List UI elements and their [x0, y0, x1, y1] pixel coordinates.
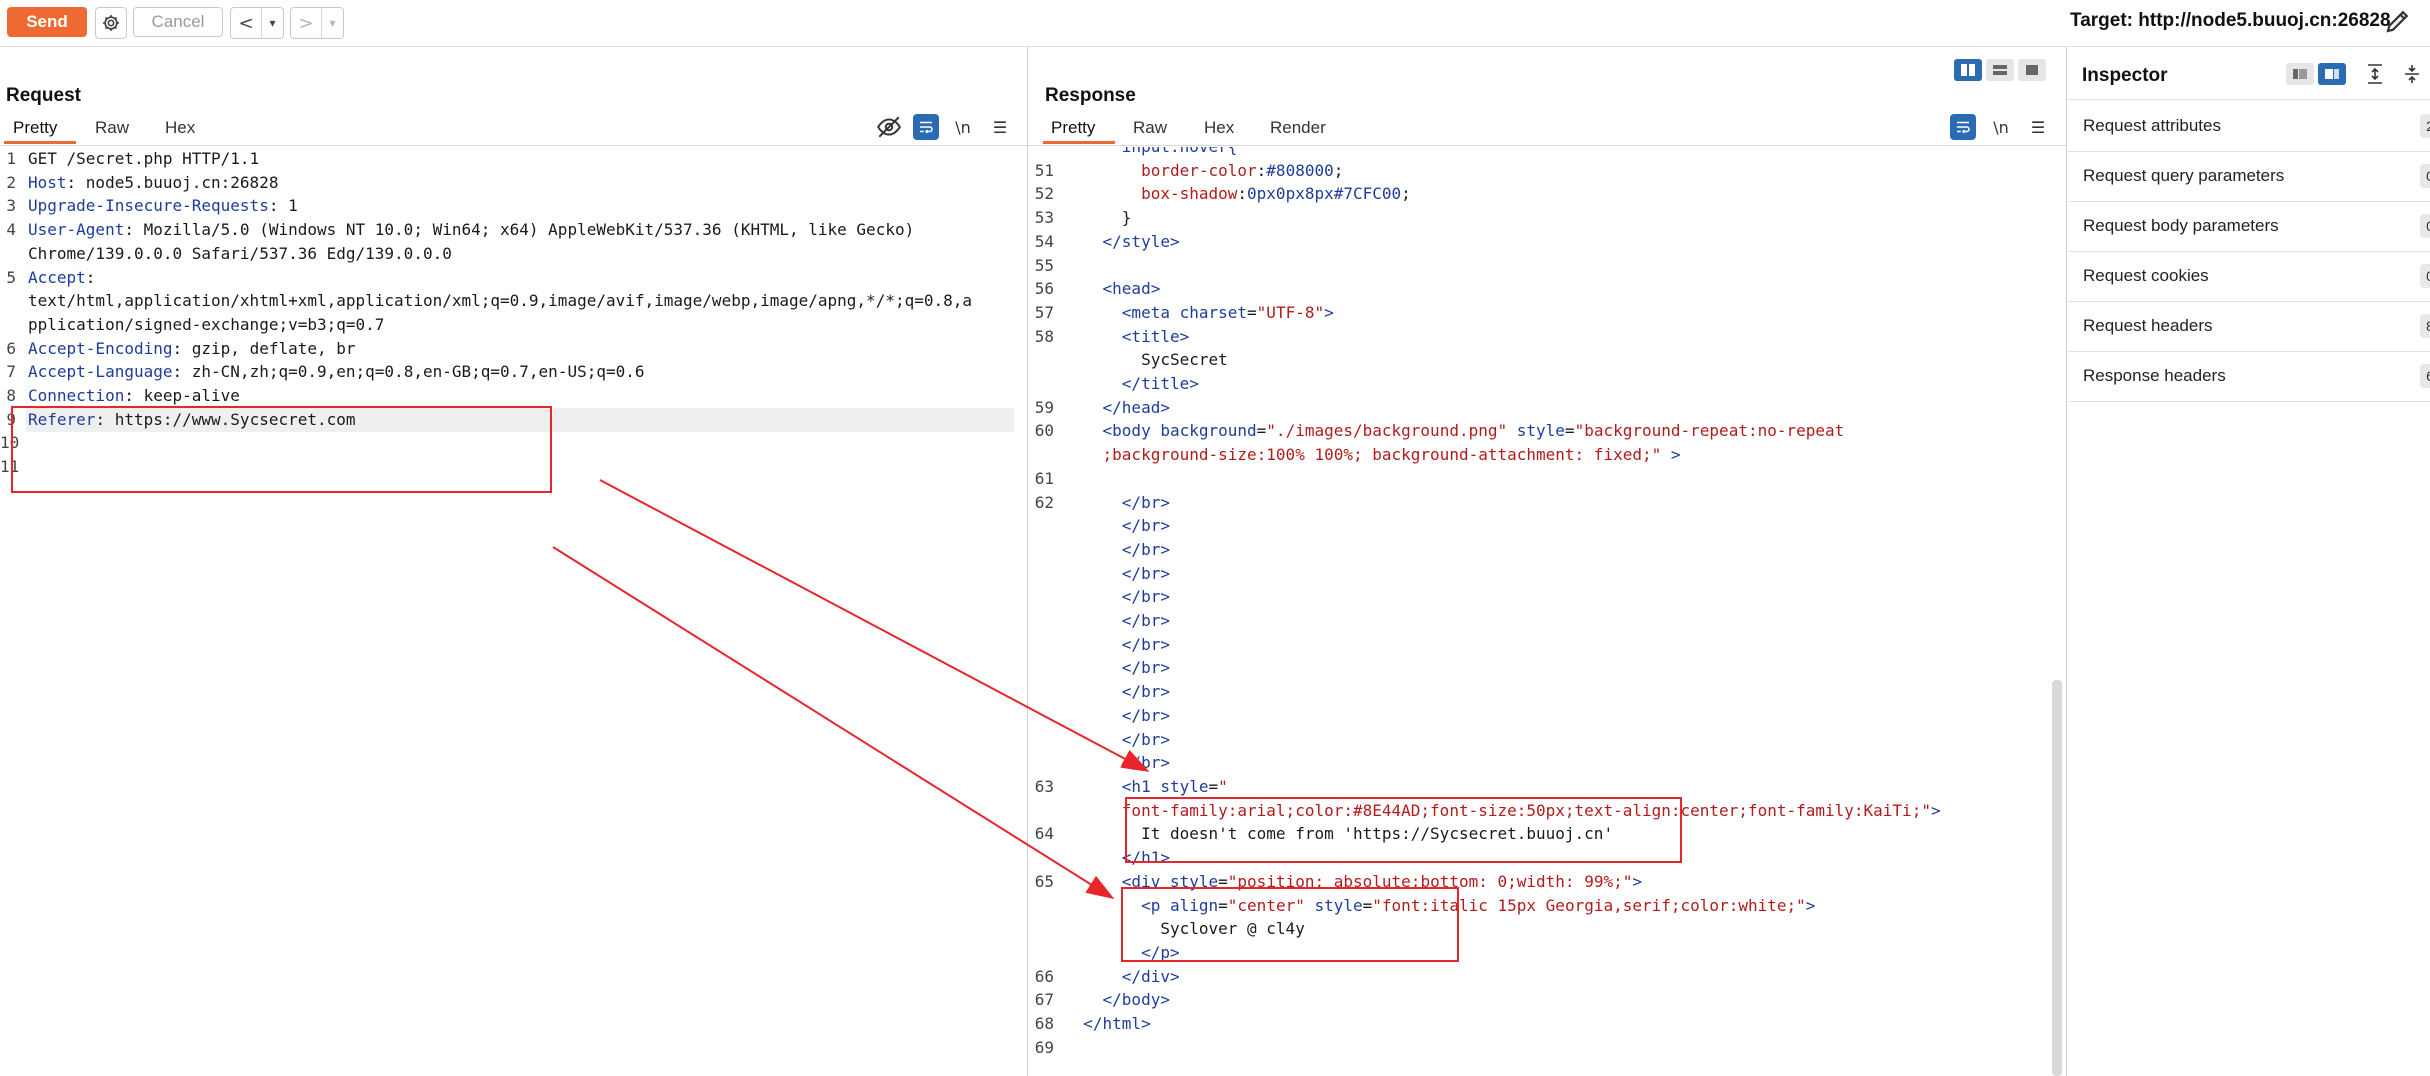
annotation-arrows: [552, 479, 1150, 900]
annotation-arrow: [599, 479, 1150, 772]
annotation-arrow: [552, 546, 1115, 900]
